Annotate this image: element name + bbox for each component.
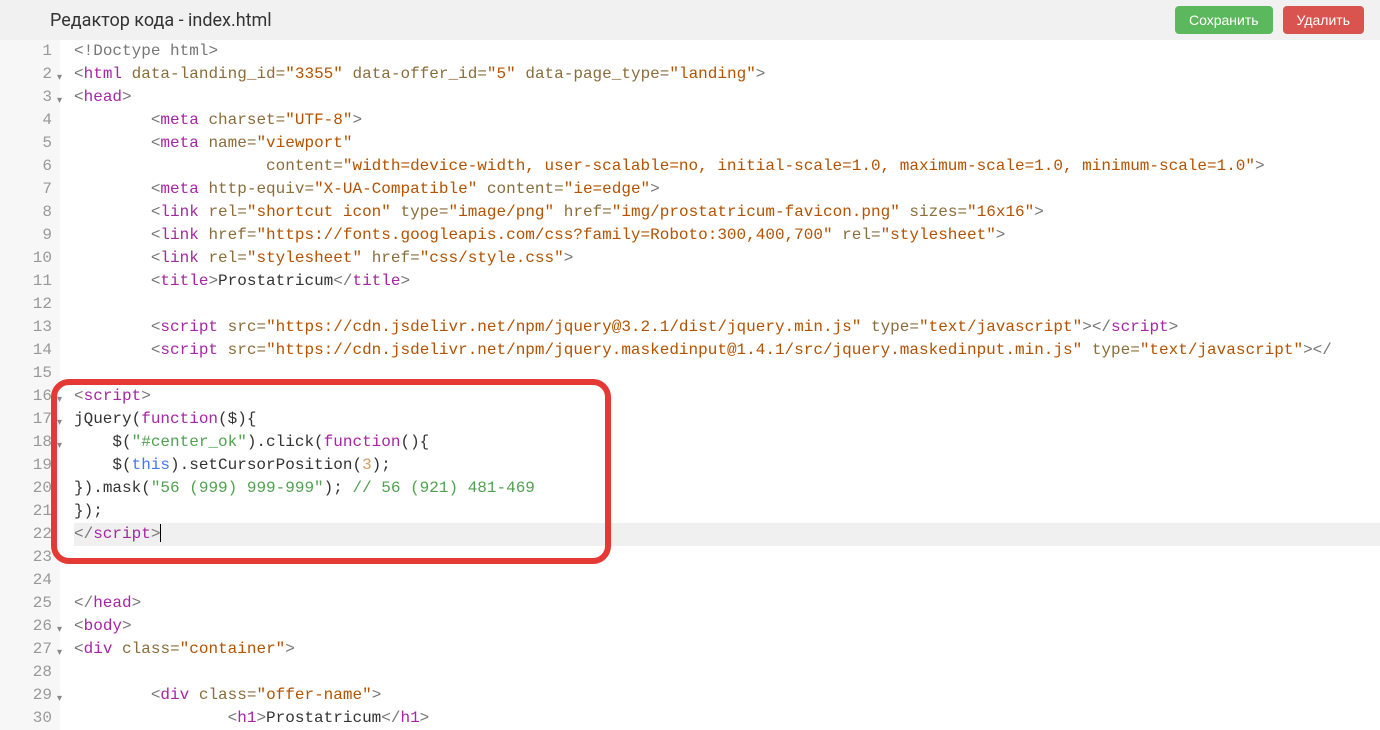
line-number: 25 <box>0 592 52 615</box>
line-number: 4 <box>0 109 52 132</box>
code-line[interactable]: <!Doctype html> <box>74 40 1380 63</box>
line-number: 26 <box>0 615 52 638</box>
code-line[interactable]: </head> <box>74 592 1380 615</box>
code-line[interactable]: <link rel="stylesheet" href="css/style.c… <box>74 247 1380 270</box>
code-line[interactable]: $(this).setCursorPosition(3); <box>74 454 1380 477</box>
line-number: 20 <box>0 477 52 500</box>
code-line[interactable] <box>74 546 1380 569</box>
code-line[interactable]: <link href="https://fonts.googleapis.com… <box>74 224 1380 247</box>
line-number: 3 <box>0 86 52 109</box>
header-buttons: Сохранить Удалить <box>1175 6 1364 34</box>
code-line[interactable]: <script> <box>74 385 1380 408</box>
line-number: 12 <box>0 293 52 316</box>
line-number: 16 <box>0 385 52 408</box>
line-number: 14 <box>0 339 52 362</box>
code-line[interactable] <box>74 362 1380 385</box>
editor-title: Редактор кода - index.html <box>50 10 272 31</box>
line-number: 29 <box>0 684 52 707</box>
line-number: 17 <box>0 408 52 431</box>
line-number: 6 <box>0 155 52 178</box>
code-line[interactable]: <meta http-equiv="X-UA-Compatible" conte… <box>74 178 1380 201</box>
line-number: 22 <box>0 523 52 546</box>
line-number: 28 <box>0 661 52 684</box>
code-line[interactable] <box>74 661 1380 684</box>
line-number: 21 <box>0 500 52 523</box>
code-line[interactable]: <body> <box>74 615 1380 638</box>
code-line[interactable]: }).mask("56 (999) 999-999"); // 56 (921)… <box>74 477 1380 500</box>
line-number: 9 <box>0 224 52 247</box>
code-line[interactable]: <script src="https://cdn.jsdelivr.net/np… <box>74 316 1380 339</box>
code-editor[interactable]: 1234567891011121314151617181920212223242… <box>0 40 1380 730</box>
code-line[interactable] <box>74 293 1380 316</box>
line-number: 1 <box>0 40 52 63</box>
line-number: 11 <box>0 270 52 293</box>
line-number: 2 <box>0 63 52 86</box>
line-number: 10 <box>0 247 52 270</box>
line-number: 8 <box>0 201 52 224</box>
code-line[interactable] <box>74 569 1380 592</box>
code-line[interactable]: <meta charset="UTF-8"> <box>74 109 1380 132</box>
code-line[interactable]: $("#center_ok").click(function(){ <box>74 431 1380 454</box>
line-number-gutter: 1234567891011121314151617181920212223242… <box>0 40 60 730</box>
delete-button[interactable]: Удалить <box>1283 6 1364 34</box>
code-line[interactable]: </script> <box>74 523 1380 546</box>
line-number: 5 <box>0 132 52 155</box>
editor-header: Редактор кода - index.html Сохранить Уда… <box>0 0 1380 40</box>
line-number: 23 <box>0 546 52 569</box>
save-button[interactable]: Сохранить <box>1175 6 1273 34</box>
text-cursor <box>160 524 161 542</box>
code-line[interactable]: <div class="container"> <box>74 638 1380 661</box>
line-number: 24 <box>0 569 52 592</box>
code-line[interactable]: <head> <box>74 86 1380 109</box>
line-number: 7 <box>0 178 52 201</box>
code-line[interactable]: content="width=device-width, user-scalab… <box>74 155 1380 178</box>
code-line[interactable]: <title>Prostatricum</title> <box>74 270 1380 293</box>
code-area[interactable]: <!Doctype html><html data-landing_id="33… <box>60 40 1380 730</box>
code-line[interactable]: }); <box>74 500 1380 523</box>
code-line[interactable]: jQuery(function($){ <box>74 408 1380 431</box>
line-number: 18 <box>0 431 52 454</box>
line-number: 19 <box>0 454 52 477</box>
line-number: 13 <box>0 316 52 339</box>
line-number: 27 <box>0 638 52 661</box>
code-line[interactable]: <link rel="shortcut icon" type="image/pn… <box>74 201 1380 224</box>
code-line[interactable]: <html data-landing_id="3355" data-offer_… <box>74 63 1380 86</box>
code-line[interactable]: <h1>Prostatricum</h1> <box>74 707 1380 730</box>
code-line[interactable]: <div class="offer-name"> <box>74 684 1380 707</box>
code-line[interactable]: <meta name="viewport" <box>74 132 1380 155</box>
line-number: 30 <box>0 707 52 730</box>
code-line[interactable]: <script src="https://cdn.jsdelivr.net/np… <box>74 339 1380 362</box>
line-number: 15 <box>0 362 52 385</box>
